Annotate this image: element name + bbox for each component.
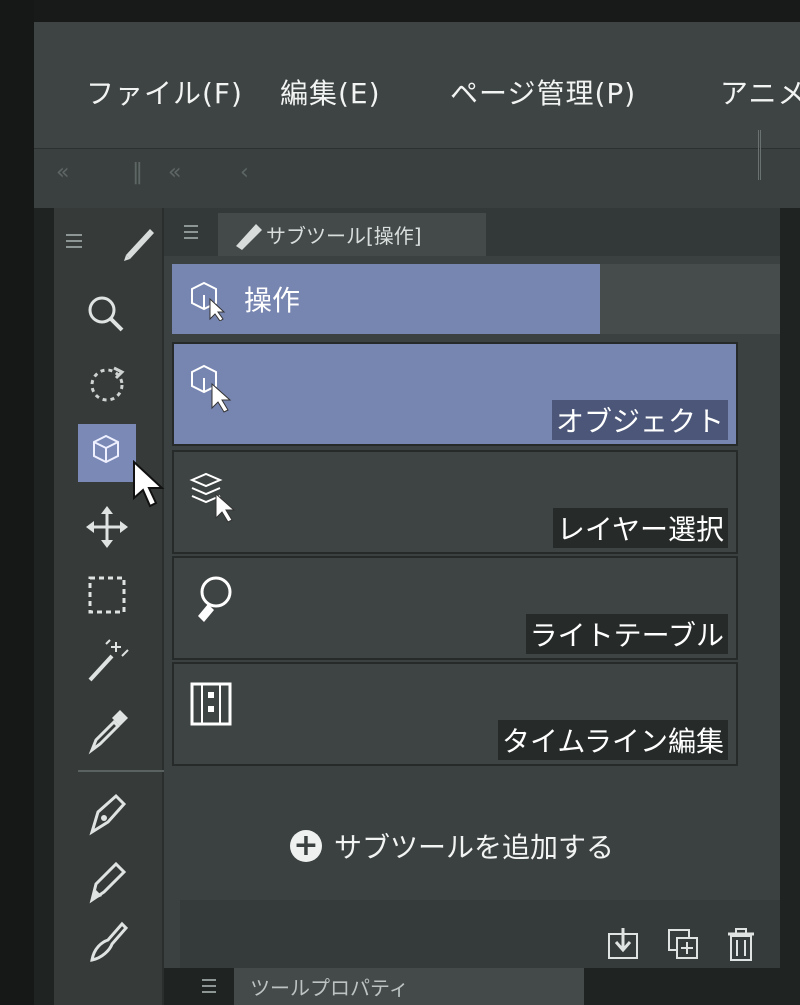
pen-icon — [89, 793, 127, 836]
add-subtool-button[interactable]: + サブツールを追加する — [290, 826, 614, 866]
subtool-item-light-table[interactable]: ライトテーブル — [172, 556, 738, 660]
subtool-group-label: 操作 — [244, 284, 301, 317]
subtool-tab[interactable]: サブツール[操作] — [218, 213, 486, 256]
import-button[interactable] — [606, 926, 640, 962]
dock-handle-right[interactable] — [758, 130, 786, 180]
zoom-icon — [88, 296, 124, 332]
brush-tool-button[interactable] — [78, 912, 136, 970]
eyedropper-tool-button[interactable] — [78, 702, 136, 760]
trash-icon — [728, 928, 754, 961]
operation-group-icon — [191, 281, 226, 321]
object-select-icon — [191, 364, 232, 413]
plus-circle-icon: + — [290, 830, 322, 862]
tool-palette-header — [54, 215, 164, 267]
menu-animation[interactable]: アニメ — [720, 72, 800, 112]
selection-rect-icon — [88, 576, 126, 614]
chevron-left-icon[interactable]: ‹ — [240, 160, 249, 185]
subtool-item-layer-select[interactable]: レイヤー選択 — [172, 450, 738, 554]
light-table-icon — [198, 576, 232, 622]
eyedropper-icon — [88, 710, 128, 755]
panel-dock-strip — [34, 148, 800, 208]
import-icon — [608, 928, 638, 959]
rotate-icon — [90, 366, 125, 402]
tool-property-tab-title: ツールプロパティ — [250, 976, 409, 1000]
bottom-panel-menu-icon[interactable] — [198, 972, 222, 1005]
magic-wand-icon — [88, 639, 129, 682]
auto-select-tool-button[interactable] — [78, 632, 136, 690]
add-subtool-label: サブツールを追加する — [334, 831, 615, 864]
operation-icon — [93, 434, 119, 464]
subtool-item-label: ライトテーブル — [525, 614, 728, 654]
pen-tool-button[interactable] — [78, 784, 136, 842]
brush-icon — [90, 921, 129, 962]
subtool-group-operation[interactable]: 操作 — [172, 264, 600, 334]
tool-property-tab[interactable]: ツールプロパティ — [234, 968, 584, 1005]
rotate-tool-button[interactable] — [78, 356, 136, 414]
tool-palette-header-icons — [66, 229, 154, 261]
zoom-tool-button[interactable] — [78, 286, 136, 344]
move-tool-button[interactable] — [78, 498, 136, 556]
collapse-left-icon[interactable]: « — [56, 160, 69, 185]
duplicate-icon — [668, 929, 698, 959]
screen-bezel-left — [0, 0, 34, 1005]
subtool-item-label: レイヤー選択 — [552, 508, 728, 548]
move-icon — [86, 506, 128, 548]
toolbar-divider — [78, 770, 164, 772]
menu-file[interactable]: ファイル(F) — [86, 72, 243, 112]
selection-tool-button[interactable] — [78, 566, 136, 624]
delete-button[interactable] — [724, 926, 758, 962]
operation-tool-button[interactable] — [78, 424, 136, 482]
subtool-group-spacer — [600, 264, 780, 334]
mouse-cursor-icon — [133, 460, 165, 508]
layer-select-icon — [189, 472, 236, 523]
pencil-icon — [89, 861, 127, 904]
subtool-item-label: オブジェクト — [551, 400, 728, 440]
menu-edit[interactable]: 編集(E) — [280, 72, 381, 112]
subtool-item-object[interactable]: オブジェクト — [172, 342, 738, 446]
screen-bezel-top — [0, 0, 800, 22]
subtool-tab-title: サブツール[操作] — [266, 224, 422, 248]
panel-menu-icon[interactable] — [164, 208, 204, 256]
pencil-tab-icon — [236, 223, 262, 250]
timeline-edit-icon — [190, 682, 232, 726]
collapse-left-icon-2[interactable]: « — [168, 160, 181, 185]
subtool-item-timeline-edit[interactable]: タイムライン編集 — [172, 662, 738, 766]
duplicate-button[interactable] — [666, 926, 700, 962]
pencil-tool-button[interactable] — [78, 852, 136, 910]
subtool-item-label: タイムライン編集 — [497, 720, 728, 760]
menu-page[interactable]: ページ管理(P) — [450, 72, 636, 112]
dock-handle-icon[interactable]: ‖ — [132, 160, 143, 185]
